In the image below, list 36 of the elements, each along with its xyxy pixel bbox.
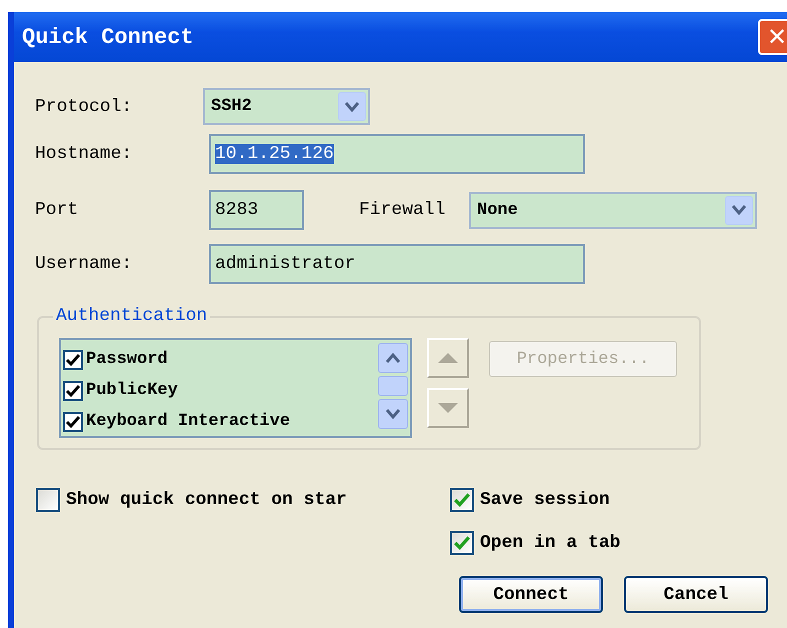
protocol-select[interactable]: SSH2 <box>203 88 370 125</box>
hostname-field[interactable]: 10.1.25.126 <box>209 134 585 174</box>
field-label: Protocol: <box>35 96 134 116</box>
field-label: Hostname: <box>35 144 134 164</box>
checkbox-label[interactable]: Open in a tab <box>480 533 620 553</box>
checkbox-label[interactable]: Save session <box>480 490 610 510</box>
select-value: SSH2 <box>211 97 252 116</box>
checkbox[interactable] <box>63 380 83 400</box>
triangle-up-icon <box>437 352 459 364</box>
checkbox[interactable] <box>36 488 60 512</box>
scroll-up-button[interactable] <box>378 343 408 373</box>
list-item-label[interactable]: PublicKey <box>86 381 178 400</box>
window-title: Quick Connect <box>22 24 194 50</box>
field-label: Port <box>35 200 80 220</box>
list-item-label[interactable]: Keyboard Interactive <box>86 412 290 431</box>
cancel-button[interactable]: Cancel <box>624 576 768 613</box>
username-field[interactable]: administrator <box>209 244 585 284</box>
caret-up-icon <box>385 352 401 364</box>
checkbox[interactable] <box>450 531 474 555</box>
close-button[interactable]: ✕ <box>758 19 787 55</box>
field-label: Firewall <box>359 200 446 220</box>
triangle-down-icon <box>437 402 459 414</box>
port-field[interactable]: 8283 <box>209 190 304 230</box>
field-label: Username: <box>35 254 134 274</box>
connect-button[interactable]: Connect <box>459 576 603 613</box>
checkbox[interactable] <box>450 488 474 512</box>
list-item-label[interactable]: Password <box>86 350 168 369</box>
auth-method-list[interactable]: Password PublicKey Keyboard Interactive <box>59 338 412 438</box>
checkbox[interactable] <box>63 412 83 432</box>
checkbox[interactable] <box>63 350 83 370</box>
scroll-thumb[interactable] <box>378 376 408 396</box>
caret-down-icon <box>385 408 401 420</box>
checkbox-label[interactable]: Show quick connect on star <box>66 490 347 510</box>
select-value: None <box>477 200 518 220</box>
firewall-select[interactable]: None <box>469 192 757 228</box>
scroll-down-button[interactable] <box>378 399 408 429</box>
